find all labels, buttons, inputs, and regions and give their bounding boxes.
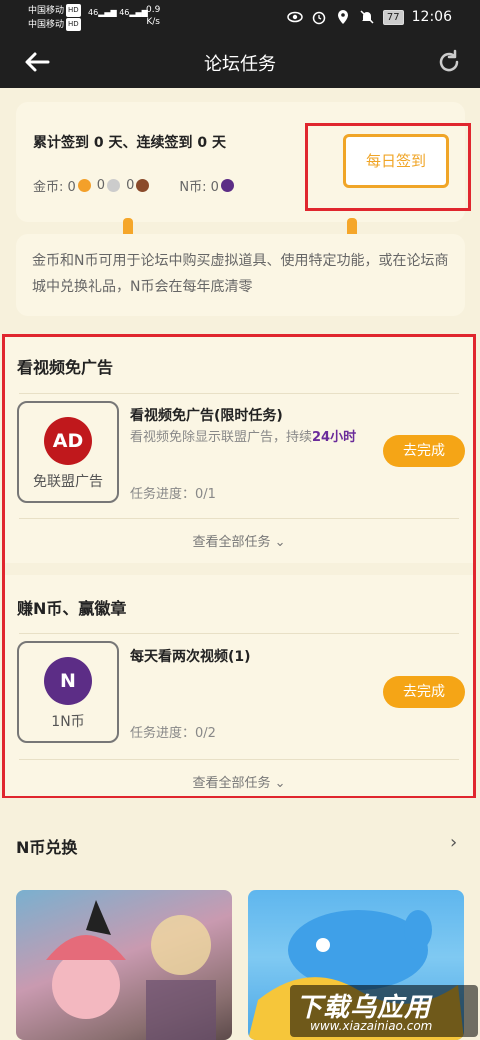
net-speed: 0.9 K/s (146, 4, 160, 28)
status-bar: 中国移动 HD 中国移动 HD 46▂▄▆ 46▂▄▆ 0.9 K/s 77 12:… (0, 0, 480, 36)
divider (19, 633, 459, 634)
view-all-tasks-link[interactable]: 查看全部任务 ⌄ (5, 531, 473, 550)
section-ad-free: 看视频免广告 AD 免联盟广告 看视频免广告(限时任务) 看视频免除显示联盟广告… (5, 337, 473, 563)
gold-label: 金币: 0 (33, 180, 76, 195)
section-title: 赚N币、赢徽章 (17, 599, 127, 618)
task-progress: 任务进度：0/1 (130, 487, 216, 502)
mute-bell-icon (360, 10, 374, 24)
thumb-label: 免联盟广告 (33, 474, 103, 490)
go-complete-button[interactable]: 去完成 (383, 676, 465, 708)
task-progress: 任务进度：0/2 (130, 726, 216, 741)
n-coin-icon (220, 179, 234, 192)
task-desc-highlight: 24小时 (312, 430, 357, 445)
task-desc-text: 看视频免除显示联盟广告，持续 (130, 430, 313, 445)
alarm-icon (312, 11, 326, 25)
task-name: 看视频免广告(限时任务) (130, 408, 283, 424)
thumb-label: 1N币 (51, 714, 85, 730)
net-speed-value: 0.9 (146, 5, 161, 15)
carrier-2: 中国移动 (28, 20, 65, 30)
hd-badge-2: HD (66, 18, 81, 31)
bronze-coin-icon (136, 179, 150, 192)
chevron-right-icon[interactable]: › (450, 832, 457, 853)
watermark: 下载乌应用 www.xiazainiao.com (290, 985, 478, 1037)
exchange-title: N币兑换 (16, 838, 78, 857)
section-title: 看视频免广告 (17, 358, 114, 377)
task-thumbnail: N 1N币 (17, 641, 119, 743)
signal-2: 46 (119, 8, 130, 17)
ad-badge-icon: AD (44, 417, 92, 465)
daily-checkin-button[interactable]: 每日签到 (343, 134, 449, 188)
eye-icon (287, 11, 303, 23)
divider (19, 393, 459, 394)
refresh-icon[interactable] (436, 49, 462, 75)
n-coin-label: N币: 0 (179, 180, 219, 195)
gold-coin-icon (77, 179, 91, 192)
signal-1: 46 (88, 8, 99, 17)
task-description: 看视频免除显示联盟广告，持续24小时 (130, 427, 376, 449)
view-all-tasks-link[interactable]: 查看全部任务 ⌄ (5, 772, 473, 791)
carrier-1: 中国移动 (28, 6, 65, 16)
anime-characters-image (46, 900, 216, 1040)
battery-indicator: 77 (382, 9, 404, 25)
chevron-down-icon: ⌄ (270, 535, 286, 550)
location-icon (337, 10, 348, 24)
n-badge-icon: N (44, 657, 92, 705)
view-all-label: 查看全部任务 (192, 535, 271, 550)
prize-image-anime[interactable] (16, 890, 232, 1040)
signal-icons: 46▂▄▆ 46▂▄▆ (88, 8, 148, 17)
task-name: 每天看两次视频(1) (130, 649, 251, 665)
carrier-info: 中国移动 HD 中国移动 HD (28, 4, 81, 32)
section-earn-n-coins: 赚N币、赢徽章 N 1N币 每天看两次视频(1) 任务进度：0/2 去完成 查看… (5, 575, 473, 796)
app-header: 论坛任务 (0, 36, 480, 88)
silver-count: 0 (96, 178, 106, 193)
clock: 12:06 (411, 9, 452, 25)
watermark-sub: www.xiazainiao.com (310, 1019, 433, 1033)
divider (19, 759, 459, 760)
currency-row: 金币: 0 0 0 N币: 0 (33, 176, 234, 195)
chevron-down-icon: ⌄ (270, 776, 286, 791)
status-right: 77 12:06 (287, 9, 452, 25)
checkin-summary: 累计签到 0 天、连续签到 0 天 (33, 135, 226, 151)
bronze-count: 0 (126, 178, 135, 193)
net-speed-unit: K/s (146, 17, 160, 27)
silver-coin-icon (107, 179, 121, 192)
info-card: 金币和N币可用于论坛中购买虚拟道具、使用特定功能，或在论坛商城中兑换礼品，N币会… (16, 234, 465, 316)
go-complete-button[interactable]: 去完成 (383, 435, 465, 467)
divider (19, 518, 459, 519)
view-all-label: 查看全部任务 (192, 776, 271, 791)
task-thumbnail: AD 免联盟广告 (17, 401, 119, 503)
hd-badge-1: HD (66, 4, 81, 17)
page-title: 论坛任务 (204, 54, 276, 75)
